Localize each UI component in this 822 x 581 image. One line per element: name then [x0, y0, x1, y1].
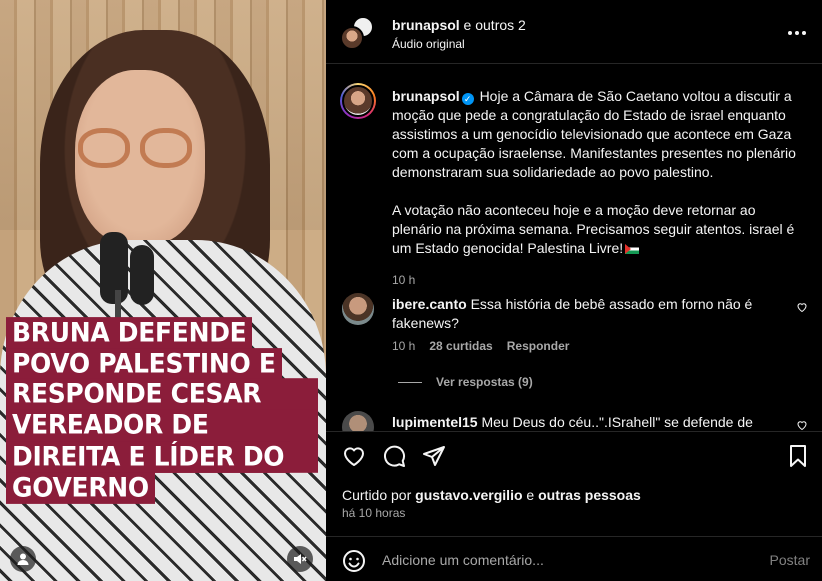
- comment-likes[interactable]: 28 curtidas: [429, 339, 492, 353]
- caption-line: POVO PALESTINO E: [6, 348, 282, 380]
- reel-video[interactable]: BRUNA DEFENDE POVO PALESTINO E RESPONDE …: [0, 0, 326, 581]
- post-panel: brunapsol e outros 2 Áudio original brun…: [326, 0, 822, 581]
- add-comment-bar: Postar: [326, 536, 822, 581]
- palestine-flag-icon: [625, 244, 640, 254]
- collab-avatars[interactable]: [340, 16, 380, 52]
- collab-others[interactable]: e outros 2: [460, 17, 526, 33]
- user-icon: [17, 553, 29, 565]
- post-time-ago[interactable]: há 10 horas: [342, 506, 405, 520]
- more-horizontal-icon[interactable]: [788, 24, 806, 42]
- comment-username[interactable]: ibere.canto: [392, 296, 467, 312]
- tagged-users-button[interactable]: [10, 546, 36, 572]
- glasses-left: [78, 128, 130, 168]
- comment-bubble-icon[interactable]: [382, 444, 406, 468]
- reply-button[interactable]: Responder: [507, 339, 570, 353]
- video-caption: BRUNA DEFENDE POVO PALESTINO E RESPONDE …: [6, 317, 318, 504]
- caption-line: DIREITA E LÍDER DO: [6, 441, 291, 473]
- liked-by: Curtido por gustavo.vergilio e outras pe…: [342, 487, 641, 503]
- avatar[interactable]: [342, 293, 374, 325]
- emoji-icon[interactable]: [342, 549, 366, 573]
- caption-paragraph-2: A votação não aconteceu hoje e a moção d…: [392, 202, 795, 256]
- caption-line: BRUNA DEFENDE: [6, 317, 253, 349]
- microphone-2: [130, 245, 154, 305]
- author-line: brunapsol e outros 2: [392, 17, 526, 33]
- like-comment-heart-icon[interactable]: [796, 419, 808, 431]
- author-username[interactable]: brunapsol: [392, 17, 460, 33]
- glasses-right: [140, 128, 192, 168]
- divider: [398, 381, 422, 383]
- liked-prefix: Curtido por: [342, 487, 416, 503]
- share-paper-plane-icon[interactable]: [422, 444, 446, 468]
- muted-speaker-icon: [294, 554, 307, 564]
- bookmark-icon[interactable]: [786, 444, 810, 468]
- liked-user[interactable]: gustavo.vergilio: [415, 487, 522, 503]
- view-replies-button[interactable]: Ver respostas (9): [398, 375, 533, 389]
- mute-button[interactable]: [287, 546, 313, 572]
- view-replies-label: Ver respostas (9): [436, 375, 533, 389]
- post-header: brunapsol e outros 2 Áudio original: [326, 0, 822, 64]
- avatar: [340, 26, 364, 50]
- caption-username[interactable]: brunapsol: [392, 88, 460, 104]
- comments-section[interactable]: brunapsol ✓ Hoje a Câmara de São Caetano …: [326, 65, 822, 431]
- caption-time: 10 h: [392, 273, 416, 287]
- comment-time: 10 h: [392, 339, 416, 353]
- liked-others[interactable]: outras pessoas: [538, 487, 641, 503]
- audio-link[interactable]: Áudio original: [392, 37, 465, 51]
- like-heart-icon[interactable]: [342, 444, 366, 468]
- microphone: [100, 232, 128, 304]
- post-comment-button[interactable]: Postar: [770, 552, 810, 568]
- avatar[interactable]: [340, 83, 376, 119]
- comment-username[interactable]: lupimentel15: [392, 414, 478, 430]
- liked-mid: e: [522, 487, 539, 503]
- avatar[interactable]: [342, 411, 374, 431]
- caption-line: GOVERNO: [6, 472, 155, 504]
- comment-input[interactable]: [382, 547, 752, 573]
- verified-badge-icon: ✓: [461, 93, 474, 105]
- like-comment-heart-icon[interactable]: [796, 301, 808, 313]
